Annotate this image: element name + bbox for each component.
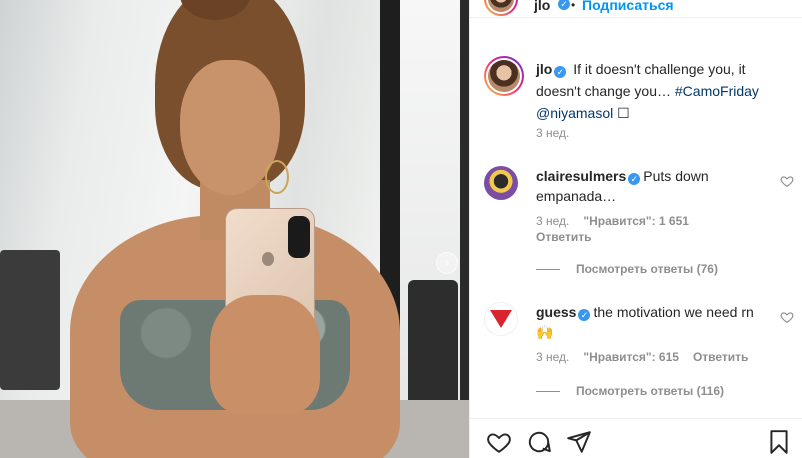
comment-text: guess ✓ the motivation we need rn 🙌	[536, 302, 776, 342]
comment-actions: Ответить	[536, 230, 605, 244]
view-replies-button[interactable]: Посмотреть ответы (116)	[536, 384, 724, 398]
caption-username[interactable]: jlo	[536, 61, 552, 77]
post-photo[interactable]: ›	[0, 0, 469, 458]
caption-hashtag[interactable]: #CamoFriday	[675, 83, 759, 99]
comment-body: the motivation we need rn	[593, 304, 754, 320]
photo-hand	[210, 295, 320, 415]
comment-username[interactable]: clairesulmers	[536, 168, 626, 184]
post-action-bar	[470, 418, 802, 458]
comment-meta: 3 нед. "Нравится": 615 Ответить	[536, 350, 762, 364]
heart-icon[interactable]	[780, 310, 794, 324]
guess-logo-icon	[490, 310, 512, 328]
avatar[interactable]	[484, 0, 518, 16]
caption-avatar[interactable]	[484, 56, 524, 96]
photo-window-frame-right	[460, 0, 469, 458]
view-replies-button[interactable]: Посмотреть ответы (76)	[536, 262, 718, 276]
post-side-panel: jlo ✓ • Подписаться jlo ✓ If it doesn't c…	[469, 0, 802, 458]
heart-icon[interactable]	[486, 429, 512, 455]
caption-timestamp[interactable]: 3 нед.	[536, 126, 569, 140]
post-header: jlo ✓ • Подписаться	[470, 0, 802, 18]
verified-badge-icon: ✓	[578, 309, 591, 321]
comment-likes[interactable]: "Нравится": 1 651	[583, 214, 689, 228]
caption-mention[interactable]: @niyamasol	[536, 105, 613, 121]
reply-button[interactable]: Ответить	[536, 230, 591, 244]
photo-phone-camera	[288, 216, 310, 258]
header-username[interactable]: jlo	[534, 0, 550, 12]
view-replies-label: Посмотреть ответы (76)	[576, 262, 718, 276]
caption-trailing-glyph: ☐	[617, 105, 630, 121]
comment-username[interactable]: guess	[536, 304, 576, 320]
follow-button[interactable]: Подписаться	[582, 0, 674, 12]
verified-badge-icon: ✓	[554, 66, 567, 78]
comment-likes[interactable]: "Нравится": 615	[583, 350, 679, 364]
photo-phone-logo	[262, 252, 274, 266]
photo-earring	[265, 160, 289, 194]
replies-divider	[536, 391, 560, 393]
comment-emoji: 🙌	[536, 324, 554, 340]
verified-badge-icon: ✓	[628, 173, 641, 185]
replies-divider	[536, 269, 560, 271]
header-separator: •	[571, 0, 576, 12]
comment-icon[interactable]	[526, 429, 552, 455]
comment-avatar[interactable]	[484, 302, 518, 336]
verified-badge-icon: ✓	[558, 0, 570, 10]
paper-plane-icon[interactable]	[566, 429, 592, 455]
comment-timestamp[interactable]: 3 нед.	[536, 350, 569, 364]
comment-avatar[interactable]	[484, 166, 518, 200]
heart-icon[interactable]	[780, 174, 794, 188]
comment-meta: 3 нед. "Нравится": 1 651	[536, 214, 703, 228]
caption-text: jlo ✓ If it doesn't challenge you, it doe…	[536, 58, 784, 124]
photo-gym-equipment-left	[0, 250, 60, 390]
bookmark-icon[interactable]	[766, 429, 792, 455]
view-replies-label: Посмотреть ответы (116)	[576, 384, 724, 398]
comment-timestamp[interactable]: 3 нед.	[536, 214, 569, 228]
chevron-right-icon[interactable]: ›	[436, 252, 458, 274]
reply-button[interactable]: Ответить	[693, 350, 748, 364]
comment-text: clairesulmers ✓ Puts down empanada…	[536, 166, 776, 206]
photo-gym-equipment-right	[408, 280, 458, 410]
